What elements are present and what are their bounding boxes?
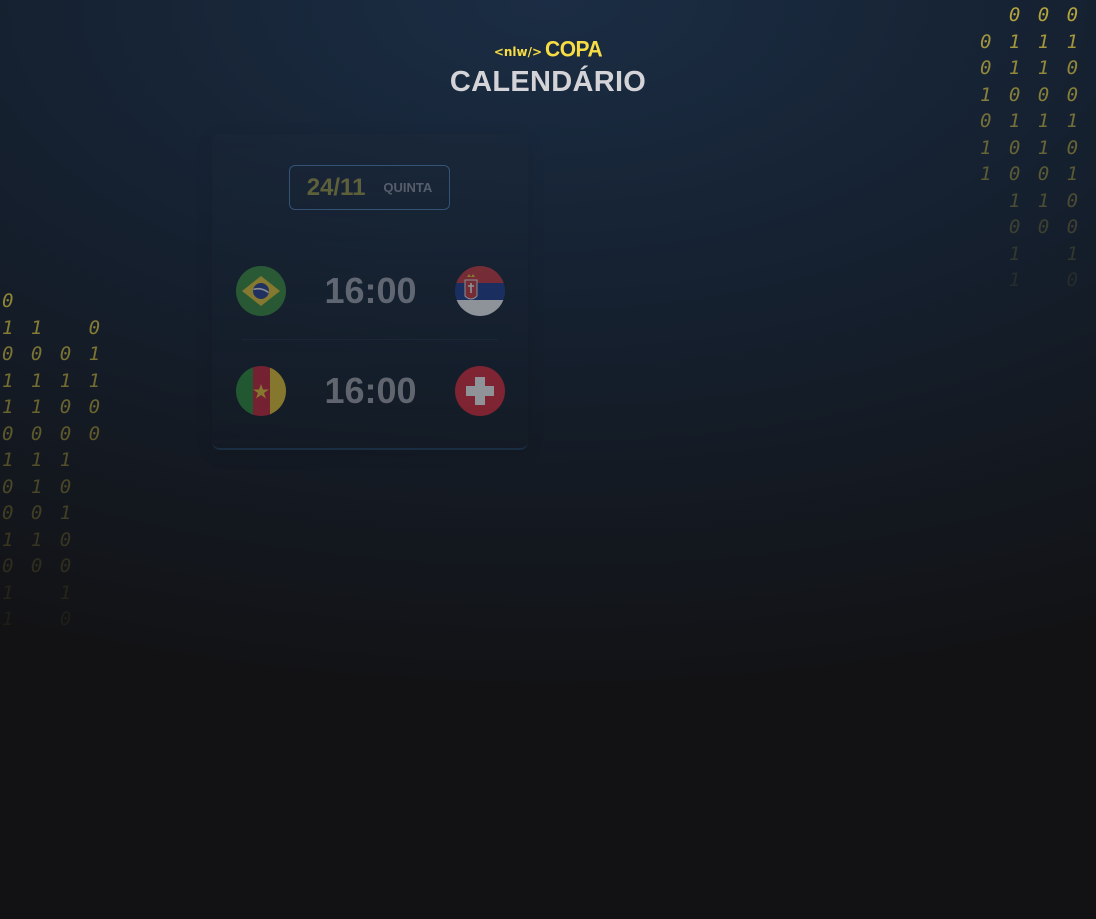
binary-line: 1 1 0	[2, 316, 104, 339]
serbia-flag-icon	[455, 266, 505, 316]
match-time: 16:00	[324, 370, 417, 411]
cameroon-flag-icon	[236, 366, 286, 416]
binary-line: 1 1 0	[2, 528, 75, 551]
match-row: 16:00	[236, 366, 505, 416]
binary-line: 1 1 1	[2, 449, 75, 471]
brazil-flag-icon	[236, 266, 286, 316]
page-header: <nlw/> COPA CALENDÁRIO	[0, 37, 1096, 99]
binary-line: 1 0 1 0	[980, 136, 1082, 159]
match-separator	[242, 339, 498, 340]
nlw-copa-logo: <nlw/> COPA	[493, 37, 603, 62]
switzerland-flag-icon	[455, 366, 505, 416]
page-title: CALENDÁRIO	[449, 66, 647, 98]
binary-line: 0 0 0 0	[2, 422, 104, 445]
binary-line: 1 1	[980, 242, 1082, 265]
binary-line: 0 1 0	[2, 475, 75, 498]
match-time: 16:00	[324, 270, 417, 311]
binary-line: 1 1 0 0	[2, 396, 104, 418]
binary-decoration-left: 0 1 1 0 0 0 0 1 1 1 1 1 1 1 0 0 0 0 0 0 1 1 1 0…	[2, 288, 103, 633]
binary-line: 0 0 0	[2, 555, 75, 577]
binary-line: 1 1	[2, 581, 75, 604]
binary-line: 1 0	[2, 608, 75, 630]
day-date: 24/11	[306, 173, 366, 201]
binary-line: 1 0 0 1	[980, 163, 1082, 185]
logo-word: COPA	[545, 37, 603, 62]
logo-tag: <nlw/>	[493, 45, 543, 59]
day-card: 24/11 QUINTA 16:00 16:00	[212, 134, 528, 450]
binary-line: 0	[2, 290, 17, 312]
binary-line: 1 0	[980, 269, 1082, 291]
binary-line: 0 0 1	[2, 502, 75, 524]
binary-line: 0 1 1 1	[980, 110, 1082, 132]
binary-line: 0 0 0 1	[1008, 4, 1096, 26]
day-weekday: QUINTA	[383, 180, 433, 195]
binary-line: 0 0 0	[980, 216, 1082, 238]
binary-line: 1 1 0	[980, 189, 1082, 212]
binary-line: 0 0 0 1	[2, 343, 104, 365]
date-chip: 24/11 QUINTA	[289, 165, 450, 210]
binary-line: 1 1 1 1	[2, 369, 104, 392]
match-row: 16:00	[236, 266, 505, 316]
